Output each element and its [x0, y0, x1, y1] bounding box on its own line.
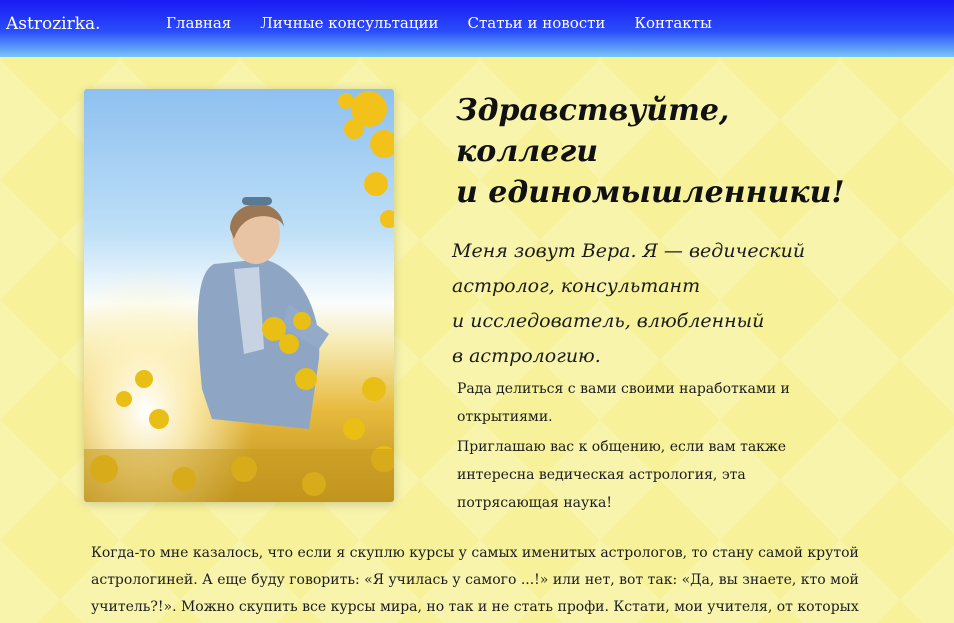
hero-subtitle-line: Меня зовут Вера. Я — ведический	[452, 240, 806, 262]
hero-title-line: коллеги	[456, 134, 599, 169]
author-photo	[84, 89, 394, 502]
nav-menu: Главная Личные консультации Статьи и нов…	[166, 14, 741, 32]
intro-paragraph-2: Приглашаю вас к общению, если вам также …	[457, 433, 857, 517]
paragraph-line: потрясающая наука!	[457, 495, 612, 511]
hero-title: Здравствуйте, коллеги и единомышленники!	[456, 90, 876, 213]
story-paragraph: Когда-то мне казалось, что если я скуплю…	[91, 540, 881, 621]
top-navbar: Astrozirka. Главная Личные консультации …	[0, 0, 954, 57]
hero-subtitle-line: и исследователь, влюбленный	[452, 310, 765, 332]
nav-item-consultations[interactable]: Личные консультации	[260, 14, 438, 32]
intro-paragraph-1: Рада делиться с вами своими наработками …	[457, 375, 857, 431]
story-line: астрологиней. А еще буду говорить: «Я уч…	[91, 572, 859, 588]
paragraph-line: Рада делиться с вами своими наработками …	[457, 381, 790, 397]
paragraph-line: Приглашаю вас к общению, если вам также	[457, 439, 787, 455]
brand-logo-link[interactable]: Astrozirka.	[6, 14, 101, 34]
nav-item-home[interactable]: Главная	[166, 14, 231, 32]
hero-subtitle-line: астролог, консультант	[452, 275, 701, 297]
paragraph-line: открытиями.	[457, 409, 553, 425]
nav-item-articles-news[interactable]: Статьи и новости	[468, 14, 606, 32]
hero-subtitle-line: в астрологию.	[452, 345, 601, 367]
story-line: Когда-то мне казалось, что если я скуплю…	[91, 545, 859, 561]
hero-title-line: Здравствуйте,	[456, 93, 730, 128]
author-photo-illustration	[84, 89, 394, 502]
hero-title-line: и единомышленники!	[456, 175, 845, 210]
nav-item-contacts[interactable]: Контакты	[634, 14, 712, 32]
hero-subtitle: Меня зовут Вера. Я — ведический астролог…	[452, 234, 852, 374]
paragraph-line: интересна ведическая астрология, эта	[457, 467, 746, 483]
story-line: учитель?!». Можно скупить все курсы мира…	[91, 599, 859, 615]
